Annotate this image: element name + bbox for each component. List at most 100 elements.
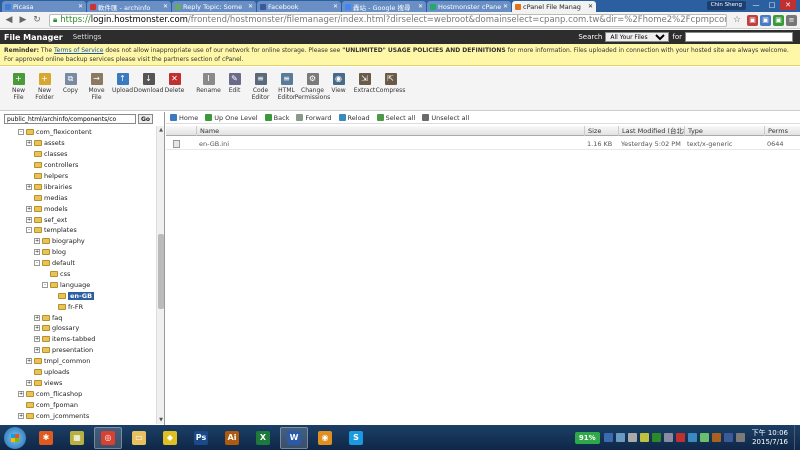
tray-icon[interactable] (639, 433, 649, 442)
copy-button[interactable]: ⧉ Copy (58, 73, 83, 110)
forward-button[interactable]: Forward (296, 114, 332, 122)
taskbar-app-app-orange[interactable]: ◉ (311, 427, 339, 449)
select-all-button[interactable]: Select all (376, 114, 415, 122)
tree-item[interactable]: css (0, 269, 155, 280)
terms-of-service-link[interactable]: Terms of Service (54, 47, 103, 54)
download-button[interactable]: ↓ Download (134, 73, 163, 110)
expand-icon[interactable]: + (34, 347, 40, 354)
browser-tab[interactable]: 軟件匯 - archinfo ✕ (87, 1, 171, 12)
home-button[interactable]: Home (170, 114, 198, 122)
close-tab-icon[interactable]: ✕ (333, 3, 338, 10)
tree-item[interactable]: medias (0, 192, 155, 203)
tree-item[interactable]: + assets (0, 138, 155, 149)
go-button[interactable]: Go (138, 114, 154, 124)
type-column-header[interactable]: Type (684, 126, 764, 136)
size-column-header[interactable]: Size (584, 126, 618, 136)
back-button[interactable]: Back (264, 114, 289, 122)
tray-icon[interactable] (675, 433, 685, 442)
start-button[interactable] (4, 426, 26, 449)
tree-item[interactable]: + com_jcomments (0, 410, 155, 421)
view-button[interactable]: ◉ View (326, 73, 351, 110)
tree-item[interactable]: com_fpoman (0, 399, 155, 410)
tray-icon[interactable] (723, 433, 733, 442)
browser-tab[interactable]: Facebook ✕ (257, 1, 341, 12)
settings-link[interactable]: Settings (73, 33, 102, 41)
show-desktop-button[interactable] (794, 425, 800, 450)
collapse-icon[interactable]: - (42, 281, 48, 288)
compress-button[interactable]: ⇱ Compress (376, 73, 405, 110)
change-permissions-button[interactable]: ⚙ Change Permissions (295, 73, 330, 110)
tree-item[interactable]: + tmpl_common (0, 356, 155, 367)
move-file-button[interactable]: → Move File (84, 73, 109, 110)
tree-item[interactable]: en-GB (0, 290, 155, 301)
reload-button[interactable]: Reload (338, 114, 370, 122)
taskbar-app-skype[interactable]: S (342, 427, 370, 449)
tray-icon[interactable] (603, 433, 613, 442)
bookmark-star-icon[interactable]: ☆ (731, 14, 743, 26)
taskbar-app-app-diamond[interactable]: ◆ (156, 427, 184, 449)
rename-button[interactable]: I Rename (196, 73, 221, 110)
tree-item[interactable]: + glossary (0, 323, 155, 334)
browser-tab[interactable]: cPanel File Manag ✕ (512, 1, 596, 12)
scroll-down-icon[interactable]: ▼ (157, 416, 164, 424)
taskbar-app-xampp[interactable]: ✱ (32, 427, 60, 449)
expand-icon[interactable]: + (26, 140, 32, 147)
browser-tab[interactable]: Picasa ✕ (2, 1, 86, 12)
collapse-icon[interactable]: - (34, 260, 40, 267)
browser-tab[interactable]: Hostmonster cPanel ✕ (427, 1, 511, 12)
expand-icon[interactable]: + (26, 216, 32, 223)
tree-item[interactable]: - language (0, 279, 155, 290)
collapse-icon[interactable]: - (18, 129, 24, 136)
tree-item[interactable]: - default (0, 258, 155, 269)
tree-item[interactable]: + models (0, 203, 155, 214)
tree-item[interactable]: helpers (0, 171, 155, 182)
close-tab-icon[interactable]: ✕ (78, 3, 83, 10)
close-tab-icon[interactable]: ✕ (503, 3, 508, 10)
tree-item[interactable]: + blog (0, 247, 155, 258)
delete-button[interactable]: ✕ Delete (162, 73, 187, 110)
tray-icon[interactable] (735, 433, 745, 442)
path-input[interactable] (4, 114, 136, 124)
expand-icon[interactable]: + (26, 358, 32, 365)
maximize-window-icon[interactable]: □ (764, 0, 780, 10)
tray-icon[interactable] (711, 433, 721, 442)
tree-item[interactable]: uploads (0, 367, 155, 378)
tree-scrollbar[interactable]: ▲ ▼ (156, 126, 164, 424)
expand-icon[interactable]: + (26, 205, 32, 212)
system-clock[interactable]: 下午 10:06 2015/7/16 (752, 429, 788, 447)
url-input[interactable]: 🔒︎ https://login.hostmonster.com/fronten… (49, 13, 727, 27)
close-window-icon[interactable]: ✕ (780, 0, 796, 10)
taskbar-app-excel[interactable]: X (249, 427, 277, 449)
browser-tab[interactable]: 轟站 - Google 搜尋 ✕ (342, 1, 426, 12)
close-tab-icon[interactable]: ✕ (588, 3, 593, 10)
close-tab-icon[interactable]: ✕ (248, 3, 253, 10)
battery-indicator[interactable]: 91% (574, 431, 600, 444)
search-scope-select[interactable]: All Your Files (605, 32, 670, 42)
minimize-window-icon[interactable]: — (748, 0, 764, 10)
tray-icon[interactable] (687, 433, 697, 442)
unselect-all-button[interactable]: Unselect all (422, 114, 469, 122)
tray-icon[interactable] (651, 433, 661, 442)
edit-button[interactable]: ✎ Edit (222, 73, 247, 110)
tree-item[interactable]: + librairies (0, 181, 155, 192)
taskbar-app-photoshop[interactable]: Ps (187, 427, 215, 449)
up-one-level-button[interactable]: Up One Level (205, 114, 258, 122)
name-column-header[interactable]: Name (196, 126, 584, 136)
new-file-button[interactable]: + New File (6, 73, 31, 110)
tray-icon[interactable] (627, 433, 637, 442)
extension-icon[interactable]: ▣ (773, 14, 784, 26)
menu-icon[interactable]: ≡ (786, 14, 797, 26)
tray-icon[interactable] (615, 433, 625, 442)
upload-button[interactable]: ↑ Upload (110, 73, 135, 110)
tree-item[interactable]: + com_flicashop (0, 388, 155, 399)
tray-icon[interactable] (699, 433, 709, 442)
extract-button[interactable]: ⇲ Extract (352, 73, 377, 110)
tree-item[interactable]: + biography (0, 236, 155, 247)
tree-item[interactable]: controllers (0, 160, 155, 171)
browser-user-badge[interactable]: Chin Sheng (706, 1, 746, 10)
expand-icon[interactable]: + (34, 325, 40, 332)
expand-icon[interactable]: + (18, 412, 24, 419)
tree-item[interactable]: - com_flexicontent (0, 127, 155, 138)
extension-icon[interactable]: ▣ (747, 14, 758, 26)
tree-item[interactable]: + faq (0, 312, 155, 323)
